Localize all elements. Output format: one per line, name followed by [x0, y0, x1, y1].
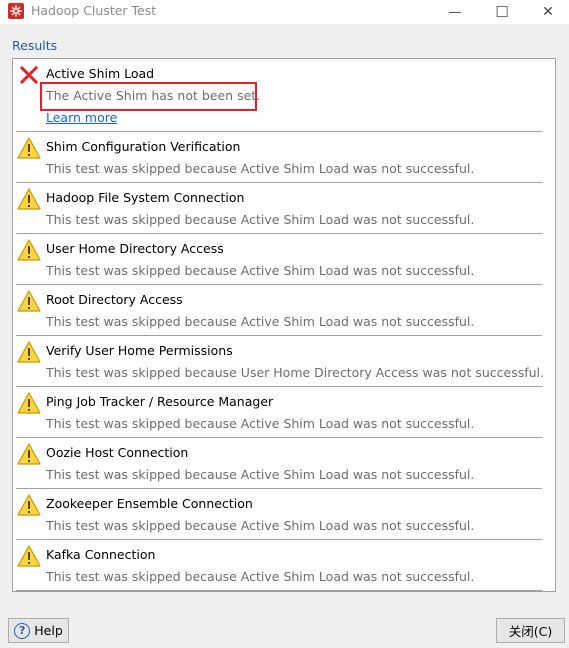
warning-triangle-icon [17, 391, 41, 415]
result-title: Oozie Host Connection [46, 445, 189, 460]
result-message: This test was skipped because Active Shi… [46, 161, 475, 176]
result-message: This test was skipped because Active Shi… [46, 263, 475, 278]
results-label: Results [12, 38, 58, 53]
result-title: Ping Job Tracker / Resource Manager [46, 394, 274, 409]
result-title: User Home Directory Access [46, 241, 224, 256]
result-title: Zookeeper Ensemble Connection [46, 496, 253, 511]
warning-triangle-icon [17, 493, 41, 517]
result-item: Shim Configuration Verification This tes… [13, 132, 543, 182]
close-window-button[interactable]: ✕ [528, 0, 568, 24]
result-title: Root Directory Access [46, 292, 183, 307]
result-item: Root Directory Access This test was skip… [13, 285, 543, 335]
result-message: This test was skipped because Active Shi… [46, 467, 475, 482]
results-list[interactable]: Active Shim Load The Active Shim has not… [12, 58, 556, 592]
result-item: Ping Job Tracker / Resource Manager This… [13, 387, 543, 437]
help-button-label: Help [34, 623, 63, 638]
learn-more-link[interactable]: Learn more [46, 110, 117, 125]
result-item: User Home Directory Access This test was… [13, 234, 543, 284]
warning-triangle-icon [17, 544, 41, 568]
result-item: Kafka Connection This test was skipped b… [13, 540, 543, 590]
result-message: This test was skipped because Active Shi… [46, 314, 475, 329]
result-item: Oozie Host Connection This test was skip… [13, 438, 543, 488]
minimize-button[interactable]: — [435, 0, 475, 24]
error-x-icon [17, 63, 41, 87]
warning-triangle-icon [17, 136, 41, 160]
result-item: Verify User Home Permissions This test w… [13, 336, 544, 386]
title-bar[interactable]: Hadoop Cluster Test — ☐ ✕ [0, 0, 569, 24]
results-scrollbar[interactable] [544, 59, 555, 591]
result-message: This test was skipped because Active Shi… [46, 518, 475, 533]
result-title: Shim Configuration Verification [46, 139, 241, 154]
minimize-icon: — [448, 4, 462, 20]
close-button[interactable]: 关闭(C) [496, 618, 565, 643]
warning-triangle-icon [17, 187, 41, 211]
result-title: Active Shim Load [46, 66, 155, 81]
help-icon: ? [14, 622, 31, 639]
row-divider [16, 590, 542, 591]
close-icon: ✕ [542, 4, 554, 20]
warning-triangle-icon [17, 238, 41, 262]
close-button-label: 关闭(C) [508, 624, 553, 639]
result-title: Hadoop File System Connection [46, 190, 245, 205]
result-title: Kafka Connection [46, 547, 156, 562]
result-message: The Active Shim has not been set. [46, 88, 261, 103]
warning-triangle-icon [17, 340, 41, 364]
window-title: Hadoop Cluster Test [31, 3, 157, 18]
maximize-button[interactable]: ☐ [482, 0, 522, 24]
warning-triangle-icon [17, 442, 41, 466]
app-logo-icon [8, 3, 24, 19]
result-message: This test was skipped because Active Shi… [46, 569, 475, 584]
result-message: This test was skipped because Active Shi… [46, 416, 475, 431]
result-message: This test was skipped because Active Shi… [46, 212, 475, 227]
result-item: Zookeeper Ensemble Connection This test … [13, 489, 543, 539]
result-title: Verify User Home Permissions [46, 343, 233, 358]
result-item: Hadoop File System Connection This test … [13, 183, 543, 233]
maximize-icon: ☐ [495, 3, 509, 21]
help-button[interactable]: ? Help [8, 618, 69, 643]
hadoop-cluster-test-window: Hadoop Cluster Test — ☐ ✕ Results Active… [0, 0, 569, 648]
result-item: Active Shim Load The Active Shim has not… [13, 59, 543, 131]
warning-triangle-icon [17, 289, 41, 313]
result-message: This test was skipped because User Home … [46, 365, 544, 380]
